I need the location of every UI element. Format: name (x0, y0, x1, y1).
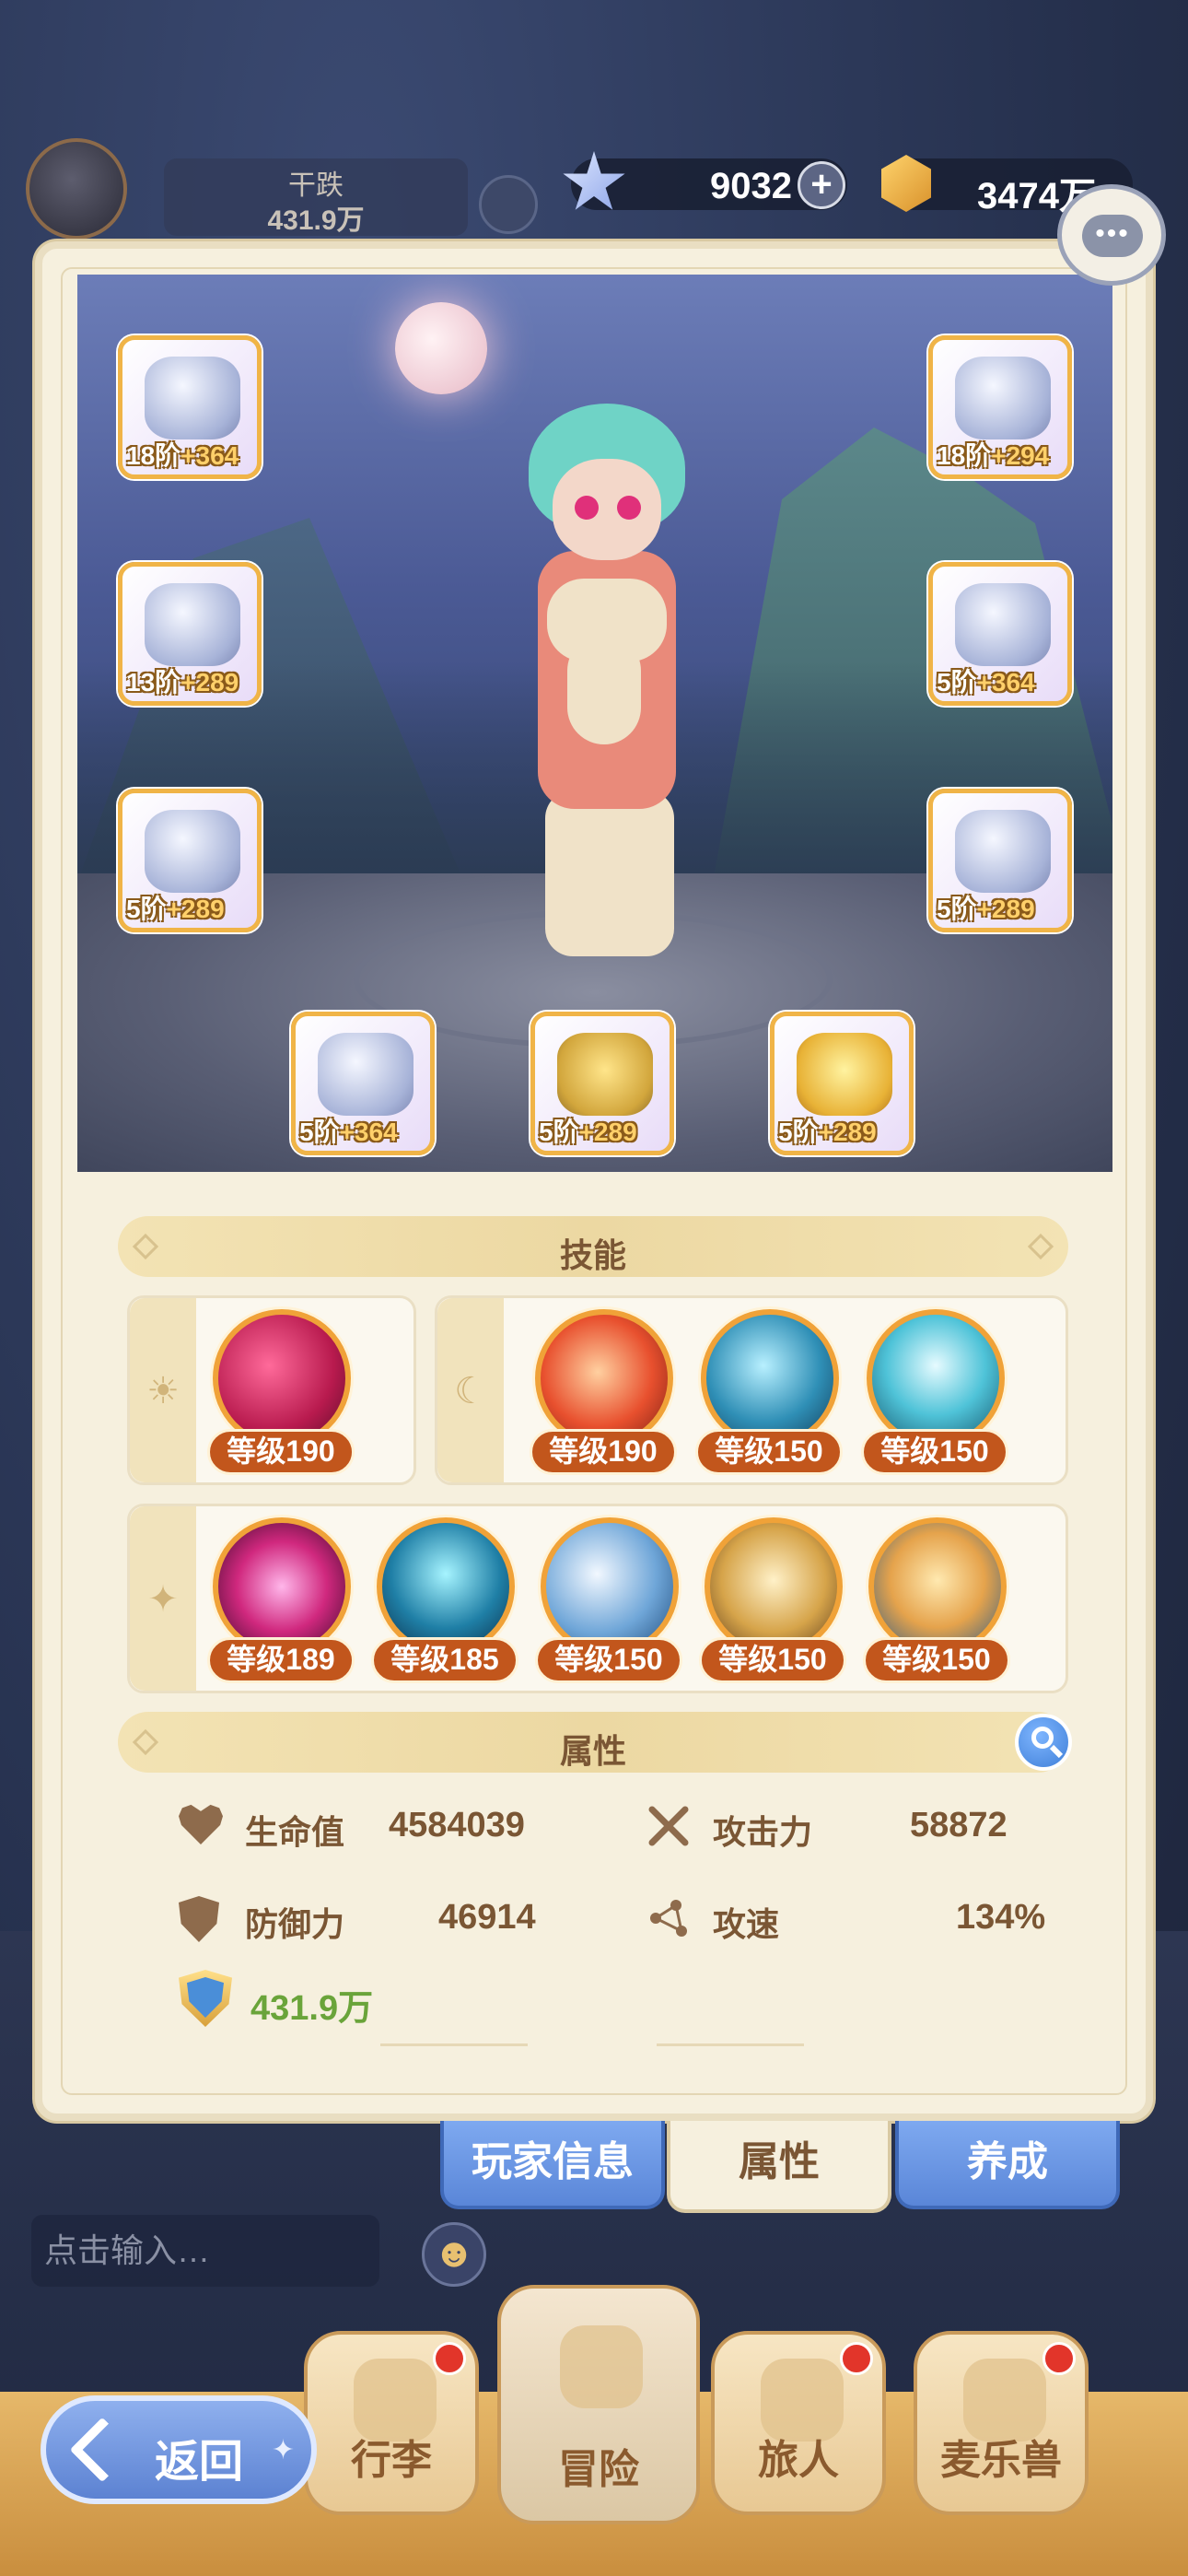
heart-icon (179, 1804, 223, 1844)
fire-skill-icon (535, 1309, 673, 1447)
chat-button[interactable]: ••• (1057, 184, 1166, 286)
arrow-skill-icon (541, 1517, 679, 1656)
gloves-icon (955, 583, 1051, 666)
nav-pet[interactable]: 麦乐兽 (914, 2331, 1089, 2515)
charm-icon (797, 1033, 892, 1116)
skill-slot[interactable]: 等级150 (863, 1517, 1010, 1683)
attr-attack: 攻击力 58872 (646, 1798, 1089, 1854)
character-model (510, 404, 704, 956)
wolf-skill-icon (868, 1517, 1007, 1656)
guild-emblem-icon[interactable] (479, 175, 538, 234)
crossed-swords-icon (646, 1804, 691, 1848)
back-arrow-icon (69, 2417, 135, 2483)
equip-slot-gloves[interactable]: 5阶+364 (928, 562, 1072, 706)
tab-attributes[interactable]: 属性 (667, 2121, 891, 2213)
crossed-swords-icon (560, 2325, 643, 2408)
sparkle-icon: ✦ (271, 2435, 295, 2465)
spirit-skill-icon (377, 1517, 515, 1656)
equip-slot-weapon[interactable]: 18阶+364 (118, 335, 262, 479)
attr-attack-speed: 攻速 134% (646, 1891, 1089, 1946)
burst-skill-icon (701, 1309, 839, 1447)
nav-luggage[interactable]: 行李 (304, 2331, 479, 2515)
notification-dot (840, 2342, 873, 2375)
player-power: 431.9万 (267, 205, 365, 236)
emoji-button[interactable]: ☻ (422, 2222, 486, 2287)
boots-icon (955, 810, 1051, 893)
skill-slot[interactable]: 等级190 (530, 1309, 677, 1475)
character-detail-panel: 18阶+364 18阶+294 13阶+289 5阶+364 5阶+289 5阶… (35, 241, 1153, 2121)
skill-group-talent: ✦ 等级189 等级185 等级150 等级150 等级150 (127, 1504, 1068, 1693)
skill-slot[interactable]: 等级190 (207, 1309, 355, 1475)
equip-slot-cloak[interactable]: 5阶+289 (118, 789, 262, 932)
skill-slot[interactable]: 等级150 (861, 1309, 1008, 1475)
attr-combat-power: 431.9万 (179, 1970, 547, 2034)
skill-slot[interactable]: 等级185 (371, 1517, 518, 1683)
skill-slot[interactable]: 等级150 (699, 1517, 846, 1683)
skill-slot[interactable]: 等级189 (207, 1517, 355, 1683)
attributes-title: 属性 (559, 1732, 626, 1770)
equip-slot-ring[interactable]: 5阶+364 (291, 1012, 435, 1155)
sun-icon: ☀ (146, 1371, 180, 1411)
character-scene: 18阶+364 18阶+294 13阶+289 5阶+364 5阶+289 5阶… (77, 275, 1112, 1172)
target-skill-icon (867, 1309, 1005, 1447)
attributes-section-header: 属性 (118, 1712, 1072, 1773)
panel-ornament (380, 2018, 804, 2069)
skill-slot[interactable]: 等级150 (535, 1517, 682, 1683)
back-button[interactable]: 返回 ✦ (41, 2395, 317, 2504)
skill-group-passive: ☾ 等级190 等级150 等级150 (435, 1295, 1068, 1485)
moon (395, 302, 487, 394)
armor-icon (145, 583, 240, 666)
skills-section-header: 技能 (118, 1216, 1068, 1277)
tab-player-info[interactable]: 玩家信息 (440, 2121, 665, 2209)
skills-title: 技能 (559, 1236, 626, 1274)
attr-defense: 防御力 46914 (179, 1891, 639, 1946)
equip-slot-boots[interactable]: 5阶+289 (928, 789, 1072, 932)
equip-slot-charm[interactable]: 5阶+289 (770, 1012, 914, 1155)
speed-nodes-icon (646, 1896, 691, 1940)
equip-slot-necklace[interactable]: 5阶+289 (530, 1012, 674, 1155)
attribute-detail-search-button[interactable] (1015, 1714, 1072, 1771)
moon-icon: ☾ (454, 1371, 487, 1411)
magnifier-icon (1031, 1727, 1054, 1749)
skill-slot[interactable]: 等级150 (695, 1309, 843, 1475)
combat-power-icon (179, 1970, 232, 2027)
cloak-icon (145, 810, 240, 893)
chat-bubble-icon: ••• (1082, 215, 1143, 257)
notification-dot (433, 2342, 466, 2375)
nav-traveler[interactable]: 旅人 (711, 2331, 886, 2515)
weapon-icon (145, 357, 240, 439)
necklace-icon (557, 1033, 653, 1116)
gem-counter: 9032 + (563, 151, 847, 210)
attr-hp: 生命值 4584039 (179, 1798, 639, 1854)
add-gems-button[interactable]: + (798, 161, 845, 209)
player-name-box: 干跌 431.9万 (164, 158, 468, 236)
equip-slot-helmet[interactable]: 18阶+294 (928, 335, 1072, 479)
gem-amount: 9032 (710, 166, 792, 206)
magic-skill-icon (213, 1517, 351, 1656)
ring-icon (318, 1033, 413, 1116)
sparkle-icon: ✦ (147, 1579, 179, 1620)
helmet-icon (955, 357, 1051, 439)
notification-dot (1042, 2342, 1076, 2375)
player-avatar[interactable] (26, 138, 127, 240)
player-info-bar[interactable]: 干跌 431.9万 (26, 138, 468, 240)
skill-group-active: ☀ 等级190 (127, 1295, 416, 1485)
shield-icon (179, 1896, 219, 1942)
spear-skill-icon (213, 1309, 351, 1447)
nav-adventure[interactable]: 冒险 (497, 2285, 700, 2524)
chat-input[interactable]: 点击输入… (31, 2215, 379, 2287)
equip-slot-armor[interactable]: 13阶+289 (118, 562, 262, 706)
tab-develop[interactable]: 养成 (895, 2121, 1120, 2209)
quiver-skill-icon (705, 1517, 843, 1656)
